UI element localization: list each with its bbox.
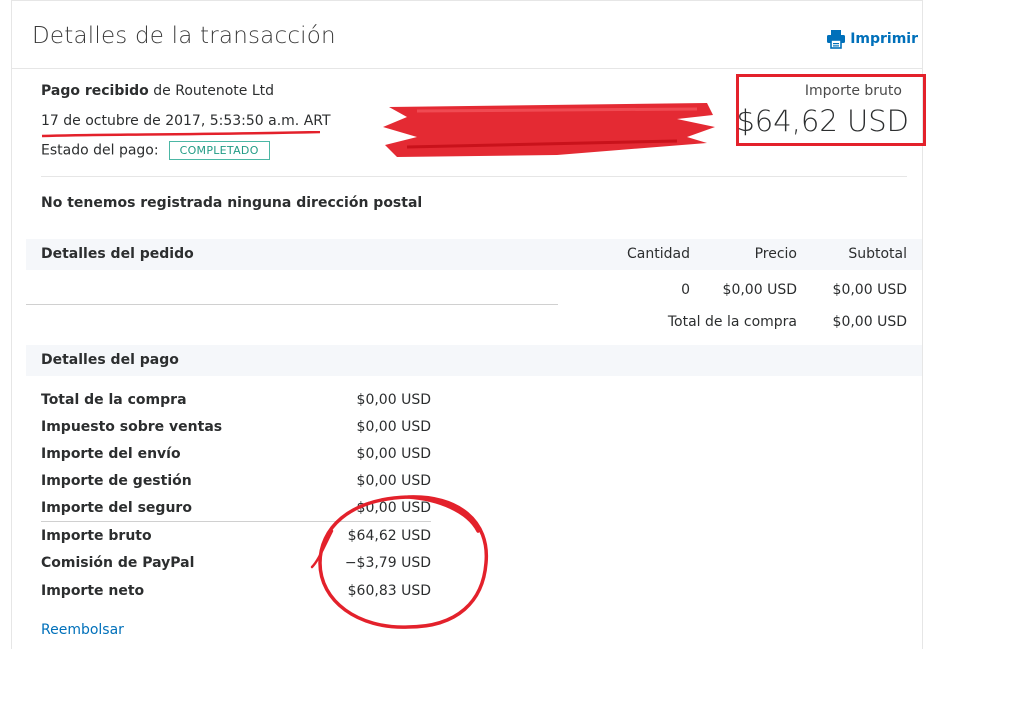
order-price: $0,00 USD xyxy=(722,282,797,298)
payment-row-label: Comisión de PayPal xyxy=(41,555,195,571)
payment-row-value: $0,00 USD xyxy=(356,419,431,435)
order-quantity: 0 xyxy=(681,282,690,298)
payment-row-value: $0,00 USD xyxy=(356,446,431,462)
status-badge: COMPLETADO xyxy=(168,141,270,160)
gross-amount-label: Importe bruto xyxy=(804,83,902,99)
order-details-title: Detalles del pedido xyxy=(41,246,194,262)
col-subtotal: Subtotal xyxy=(848,246,907,262)
order-row-divider xyxy=(26,304,558,305)
transaction-date: 17 de octubre de 2017, 5:53:50 a.m. ART xyxy=(41,113,331,129)
payment-row-value: $0,00 USD xyxy=(356,473,431,489)
payment-details-title: Detalles del pago xyxy=(41,352,179,368)
payer-name: de Routenote Ltd xyxy=(153,83,275,99)
print-button[interactable]: Imprimir xyxy=(826,29,918,49)
col-price: Precio xyxy=(754,246,797,262)
red-underline-annotation xyxy=(41,131,321,138)
payment-row-label: Impuesto sobre ventas xyxy=(41,419,223,435)
payment-received-line: Pago recibido de Routenote Ltd xyxy=(41,83,274,99)
status-label: Estado del pago: xyxy=(41,142,159,159)
order-total-label: Total de la compra xyxy=(667,314,797,330)
printer-icon xyxy=(827,30,846,49)
payment-row-label: Importe neto xyxy=(41,583,145,599)
payment-row-label: Total de la compra xyxy=(41,392,187,408)
refund-link[interactable]: Reembolsar xyxy=(41,622,124,638)
red-circle-annotation xyxy=(310,495,489,629)
page-title: Detalles de la transacción xyxy=(32,23,336,49)
page: { "header": { "title": "Detalles de la t… xyxy=(0,0,1032,706)
print-label: Imprimir xyxy=(850,31,918,47)
order-total-value: $0,00 USD xyxy=(832,314,907,330)
payment-row-label: Importe de gestión xyxy=(41,473,192,489)
payment-row-label: Importe bruto xyxy=(41,528,152,544)
transaction-details-panel: Detalles de la transacción Imprimir Pago… xyxy=(11,0,926,649)
payment-received-label: Pago recibido xyxy=(41,83,149,99)
gross-amount-value: $64,62 USD xyxy=(736,104,909,138)
col-quantity: Cantidad xyxy=(627,246,690,262)
payment-row-value: $0,00 USD xyxy=(356,392,431,408)
no-address-notice: No tenemos registrada ninguna dirección … xyxy=(41,195,423,211)
redaction-scribble xyxy=(383,103,715,157)
payment-row-label: Importe del seguro xyxy=(41,500,192,516)
payment-status-line: Estado del pago: COMPLETADO xyxy=(41,141,270,160)
summary-divider xyxy=(41,176,907,177)
payment-row-label: Importe del envío xyxy=(41,446,181,462)
header-divider xyxy=(12,68,922,69)
order-subtotal: $0,00 USD xyxy=(832,282,907,298)
